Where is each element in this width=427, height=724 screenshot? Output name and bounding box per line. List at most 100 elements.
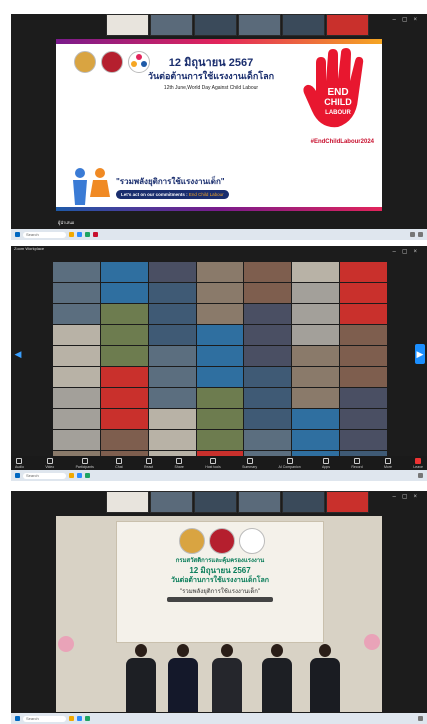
- control-share[interactable]: Share: [175, 457, 184, 469]
- participant-video-tile[interactable]: [292, 430, 340, 450]
- video-thumb[interactable]: [150, 14, 193, 36]
- control-ai-companion[interactable]: AI Companion: [278, 457, 301, 469]
- control-video[interactable]: Video: [45, 457, 54, 469]
- participant-video-tile[interactable]: [53, 304, 100, 324]
- meeting-controls[interactable]: Audio Video Participants Chat React Share Host…: [11, 456, 427, 470]
- control-audio[interactable]: Audio: [15, 457, 24, 469]
- taskbar-search[interactable]: Search: [23, 231, 66, 238]
- app-icon[interactable]: [85, 473, 90, 478]
- participant-video-tile[interactable]: [100, 367, 148, 387]
- participant-video-tile[interactable]: [340, 367, 387, 387]
- participant-video-tile[interactable]: [148, 346, 196, 366]
- zoom-icon[interactable]: [77, 716, 82, 721]
- taskbar-search[interactable]: Search: [23, 715, 66, 722]
- window-controls[interactable]: –▢×: [392, 16, 423, 23]
- chevron-left-icon[interactable]: ◀: [13, 344, 23, 364]
- gallery-grid[interactable]: [53, 262, 387, 471]
- participant-video-tile[interactable]: [196, 325, 244, 345]
- participant-video-tile[interactable]: [100, 409, 148, 429]
- participant-video-tile[interactable]: [53, 262, 100, 282]
- wifi-icon[interactable]: [418, 716, 423, 721]
- participant-video-tile[interactable]: [53, 388, 100, 408]
- video-thumb[interactable]: [238, 491, 281, 513]
- video-thumb[interactable]: [238, 14, 281, 36]
- participant-video-tile[interactable]: [196, 304, 244, 324]
- participant-video-tile[interactable]: [53, 283, 100, 303]
- participant-video-tile[interactable]: [53, 430, 100, 450]
- app-icon[interactable]: [69, 232, 74, 237]
- participant-video-tile[interactable]: [100, 346, 148, 366]
- participant-video-tile[interactable]: [148, 409, 196, 429]
- app-icon[interactable]: [69, 716, 74, 721]
- video-strip[interactable]: [106, 491, 369, 513]
- start-icon[interactable]: [15, 716, 20, 721]
- participant-video-tile[interactable]: [100, 283, 148, 303]
- zoom-icon[interactable]: [77, 473, 82, 478]
- video-thumb[interactable]: [194, 14, 237, 36]
- participant-video-tile[interactable]: [244, 304, 292, 324]
- participant-video-tile[interactable]: [244, 262, 292, 282]
- participant-video-tile[interactable]: [244, 367, 292, 387]
- video-thumb[interactable]: [282, 491, 325, 513]
- participant-video-tile[interactable]: [53, 409, 100, 429]
- video-strip[interactable]: [106, 14, 369, 36]
- participant-video-tile[interactable]: [196, 409, 244, 429]
- participant-video-tile[interactable]: [340, 346, 387, 366]
- participant-video-tile[interactable]: [340, 409, 387, 429]
- participant-video-tile[interactable]: [292, 346, 340, 366]
- video-thumb[interactable]: [150, 491, 193, 513]
- app-icon[interactable]: [93, 232, 98, 237]
- taskbar-search[interactable]: Search: [23, 472, 66, 479]
- participant-video-tile[interactable]: [340, 262, 387, 282]
- start-icon[interactable]: [15, 232, 20, 237]
- participant-video-tile[interactable]: [244, 409, 292, 429]
- zoom-icon[interactable]: [77, 232, 82, 237]
- participant-video-tile[interactable]: [148, 262, 196, 282]
- control-react[interactable]: React: [144, 457, 153, 469]
- control-more[interactable]: More: [384, 457, 392, 469]
- chevron-right-icon[interactable]: ▶: [415, 344, 425, 364]
- participant-video-tile[interactable]: [148, 430, 196, 450]
- window-controls[interactable]: –▢×: [392, 493, 423, 500]
- video-thumb[interactable]: [194, 491, 237, 513]
- control-host-tools[interactable]: Host tools: [205, 457, 221, 469]
- control-leave[interactable]: Leave: [413, 457, 423, 469]
- video-thumb[interactable]: [106, 14, 149, 36]
- participant-video-tile[interactable]: [244, 283, 292, 303]
- participant-video-tile[interactable]: [340, 283, 387, 303]
- system-tray[interactable]: [418, 716, 427, 721]
- control-record[interactable]: Record: [351, 457, 363, 469]
- participant-video-tile[interactable]: [100, 262, 148, 282]
- windows-taskbar[interactable]: Search: [11, 470, 427, 481]
- control-participants[interactable]: Participants: [76, 457, 94, 469]
- participant-video-tile[interactable]: [292, 304, 340, 324]
- participant-video-tile[interactable]: [196, 283, 244, 303]
- control-chat[interactable]: Chat: [115, 457, 123, 469]
- participant-video-tile[interactable]: [292, 367, 340, 387]
- participant-video-tile[interactable]: [100, 430, 148, 450]
- video-thumb[interactable]: [106, 491, 149, 513]
- system-tray[interactable]: [410, 232, 427, 237]
- participant-video-tile[interactable]: [244, 325, 292, 345]
- participant-video-tile[interactable]: [244, 430, 292, 450]
- participant-video-tile[interactable]: [196, 430, 244, 450]
- participant-video-tile[interactable]: [100, 388, 148, 408]
- app-icon[interactable]: [69, 473, 74, 478]
- participant-video-tile[interactable]: [340, 325, 387, 345]
- participant-video-tile[interactable]: [244, 346, 292, 366]
- participant-video-tile[interactable]: [340, 430, 387, 450]
- participant-video-tile[interactable]: [148, 325, 196, 345]
- start-icon[interactable]: [15, 473, 20, 478]
- participant-video-tile[interactable]: [196, 388, 244, 408]
- participant-video-tile[interactable]: [148, 388, 196, 408]
- participant-video-tile[interactable]: [100, 304, 148, 324]
- wifi-icon[interactable]: [418, 473, 423, 478]
- participant-video-tile[interactable]: [292, 388, 340, 408]
- control-apps[interactable]: Apps: [322, 457, 330, 469]
- control-summary[interactable]: Summary: [242, 457, 257, 469]
- participant-video-tile[interactable]: [53, 325, 100, 345]
- video-thumb[interactable]: [282, 14, 325, 36]
- app-icon[interactable]: [85, 232, 90, 237]
- participant-video-tile[interactable]: [148, 283, 196, 303]
- participant-video-tile[interactable]: [340, 388, 387, 408]
